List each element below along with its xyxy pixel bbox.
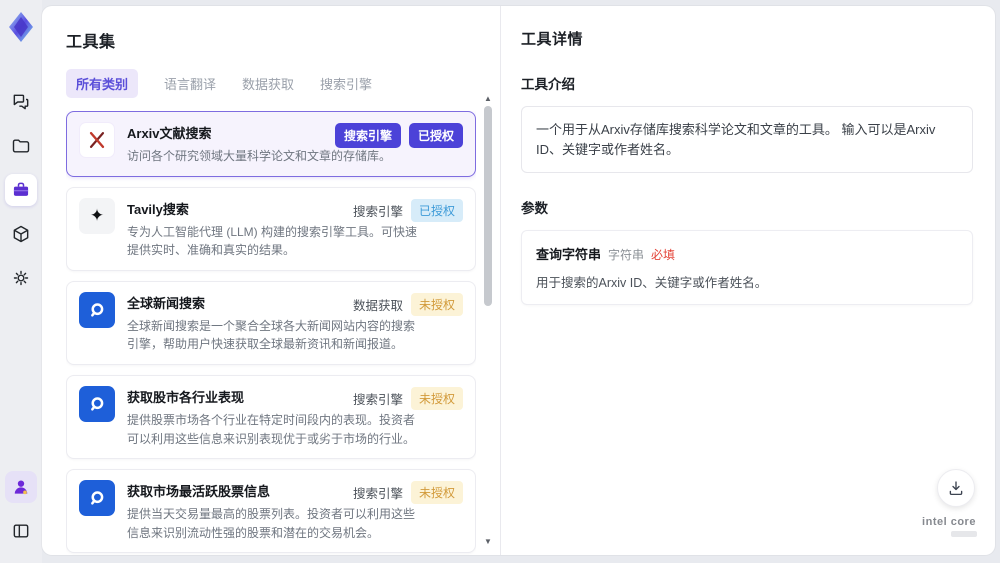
- parameter-description: 用于搜索的Arxiv ID、关键字或作者姓名。: [536, 276, 768, 290]
- download-icon: [949, 481, 963, 496]
- news-search-logo-icon: [79, 480, 115, 517]
- user-account-icon[interactable]: [5, 471, 37, 503]
- tool-description: 提供股票市场各个行业在特定时间段内的表现。投资者可以利用这些信息来识别表现优于或…: [127, 412, 416, 446]
- app-logo-gem-icon[interactable]: [4, 8, 38, 46]
- news-search-logo-icon: [79, 385, 115, 422]
- scrollbar-thumb[interactable]: [484, 106, 492, 306]
- parameter-required-flag: 必填: [651, 248, 676, 262]
- tool-card-active-stocks[interactable]: 获取市场最活跃股票信息 提供当天交易量最高的股票列表。投资者可以利用这些信息来识…: [66, 469, 476, 554]
- tool-description: 访问各个研究领域大量科学论文和文章的存储库。: [127, 149, 392, 163]
- news-search-logo-icon: [79, 291, 115, 328]
- auth-status-badge: 未授权: [410, 292, 463, 316]
- intel-core-logo: intel core: [917, 516, 981, 537]
- scrollbar-track[interactable]: [482, 104, 494, 537]
- tool-card-sector-performance[interactable]: 获取股市各行业表现 提供股票市场各个行业在特定时间段内的表现。投资者可以利用这些…: [66, 374, 476, 460]
- parameter-type: 字符串: [608, 248, 645, 262]
- category-label: 搜索引擎: [352, 487, 403, 502]
- tools-list-pane: 工具集 所有类别 语言翻译 数据获取 搜索引擎 Arxiv文献搜索 访问各个研究…: [42, 6, 500, 555]
- main-panel: 工具集 所有类别 语言翻译 数据获取 搜索引擎 Arxiv文献搜索 访问各个研究…: [42, 6, 995, 555]
- tool-details-pane: 工具详情 工具介绍 一个用于从Arxiv存储库搜索科学论文和文章的工具。 输入可…: [500, 6, 995, 555]
- category-tabs: 所有类别 语言翻译 数据获取 搜索引擎: [66, 69, 500, 98]
- tab-language-translation[interactable]: 语言翻译: [164, 74, 216, 93]
- package-icon[interactable]: [5, 218, 37, 250]
- list-scrollbar: ▲ ▼: [482, 94, 494, 547]
- category-label: 数据获取: [352, 298, 403, 313]
- params-heading: 参数: [521, 201, 548, 216]
- tool-description: 全球新闻搜索是一个聚合全球各大新闻网站内容的搜索引擎，帮助用户快速获取全球最新资…: [127, 318, 416, 352]
- briefcase-icon-active-tools[interactable]: [5, 174, 37, 206]
- intro-heading: 工具介绍: [521, 77, 575, 92]
- tool-description: 专为人工智能代理 (LLM) 构建的搜索引擎工具。可快速提供实时、准确和真实的结…: [127, 224, 418, 258]
- page-title: 工具集: [66, 34, 116, 51]
- tab-data-acquisition[interactable]: 数据获取: [242, 74, 294, 93]
- chat-icon[interactable]: [5, 86, 37, 118]
- category-label: 搜索引擎: [352, 204, 403, 219]
- arxiv-logo-icon: [79, 122, 115, 158]
- brand-accent-bar: [951, 531, 977, 537]
- download-button[interactable]: [937, 469, 975, 507]
- category-badge: 搜索引擎: [334, 123, 401, 148]
- auth-status-badge: 已授权: [408, 123, 463, 148]
- tab-search-engine[interactable]: 搜索引擎: [320, 74, 372, 93]
- panel-toggle-icon[interactable]: [5, 515, 37, 547]
- folder-icon[interactable]: [5, 130, 37, 162]
- auth-status-badge: 未授权: [410, 481, 463, 505]
- tool-card-global-news[interactable]: 全球新闻搜索 全球新闻搜索是一个聚合全球各大新闻网站内容的搜索引擎，帮助用户快速…: [66, 280, 476, 365]
- auth-status-badge: 已授权: [410, 198, 463, 222]
- scroll-up-arrow-icon[interactable]: ▲: [484, 94, 492, 104]
- category-label: 搜索引擎: [352, 392, 403, 407]
- sparkle-icon: ✦: [79, 197, 115, 234]
- left-rail: [0, 0, 42, 563]
- scroll-down-arrow-icon[interactable]: ▼: [484, 537, 492, 547]
- tool-card-arxiv[interactable]: Arxiv文献搜索 访问各个研究领域大量科学论文和文章的存储库。 搜索引擎 已授…: [66, 111, 476, 177]
- auth-status-badge: 未授权: [410, 386, 463, 410]
- settings-gear-icon[interactable]: [5, 262, 37, 294]
- parameter-name: 查询字符串: [536, 247, 602, 262]
- tool-intro-text: 一个用于从Arxiv存储库搜索科学论文和文章的工具。 输入可以是Arxiv ID…: [521, 106, 973, 173]
- details-title: 工具详情: [521, 31, 584, 48]
- tool-description: 提供当天交易量最高的股票列表。投资者可以利用这些信息来识别流动性强的股票和潜在的…: [127, 507, 416, 540]
- tab-all-categories[interactable]: 所有类别: [66, 69, 139, 98]
- parameter-card: 查询字符串 字符串 必填 用于搜索的Arxiv ID、关键字或作者姓名。: [521, 230, 973, 305]
- app-window: 工具集 所有类别 语言翻译 数据获取 搜索引擎 Arxiv文献搜索 访问各个研究…: [0, 0, 1000, 563]
- tool-card-list: Arxiv文献搜索 访问各个研究领域大量科学论文和文章的存储库。 搜索引擎 已授…: [66, 111, 476, 555]
- tool-card-tavily[interactable]: ✦ Tavily搜索 专为人工智能代理 (LLM) 构建的搜索引擎工具。可快速提…: [66, 186, 476, 271]
